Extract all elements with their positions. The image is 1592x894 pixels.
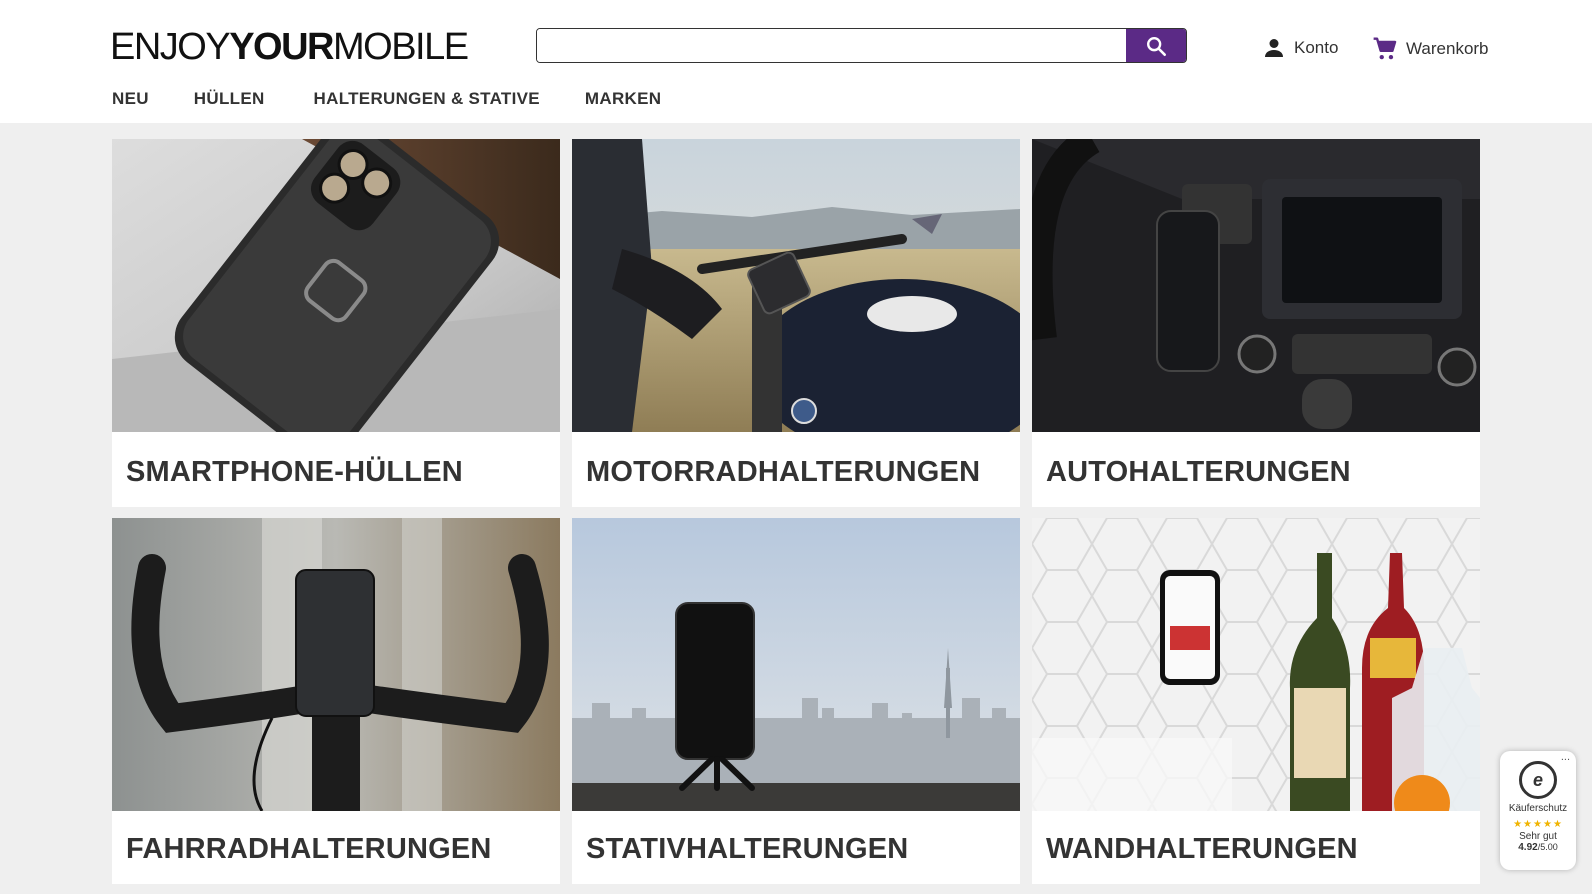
category-label: MOTORRADHALTERUNGEN — [586, 456, 981, 488]
category-card-motorradhalterungen[interactable]: MOTORRADHALTERUNGEN — [572, 139, 1020, 507]
logo-text-enjoy: ENJOY — [110, 26, 231, 68]
cart-label: Warenkorb — [1406, 39, 1489, 58]
category-image-motorcycle-mount — [572, 139, 1020, 432]
nav-item-marken[interactable]: MARKEN — [585, 89, 661, 109]
category-image-bicycle-mount — [112, 518, 560, 811]
trust-badge-title: Käuferschutz — [1508, 803, 1568, 814]
search-icon — [1147, 36, 1166, 56]
account-link[interactable]: Konto — [1262, 36, 1338, 60]
site-header: ENJOYYOURMOBILE Konto Warenkorb NEU HÜLL… — [0, 0, 1592, 123]
trust-seal-icon: e — [1519, 761, 1557, 799]
nav-item-neu[interactable]: NEU — [112, 89, 149, 109]
category-label: SMARTPHONE-HÜLLEN — [126, 456, 463, 488]
rating-text: Sehr gut — [1519, 831, 1557, 842]
category-image-car-mount — [1032, 139, 1480, 432]
rating-score-max: /5.00 — [1537, 842, 1558, 852]
category-image-tripod-mount — [572, 518, 1020, 811]
rating-stars: ★★★★★ — [1513, 819, 1563, 830]
trust-badge[interactable]: ... e Käuferschutz ★★★★★ Sehr gut 4.92/5… — [1500, 751, 1576, 870]
search-bar — [536, 28, 1187, 63]
user-icon — [1265, 39, 1283, 57]
cart-link[interactable]: Warenkorb — [1372, 36, 1489, 62]
main-nav: NEU HÜLLEN HALTERUNGEN & STATIVE MARKEN — [112, 89, 706, 109]
category-card-smartphone-huellen[interactable]: SMARTPHONE-HÜLLEN — [112, 139, 560, 507]
nav-item-halterungen-stative[interactable]: HALTERUNGEN & STATIVE — [314, 89, 540, 109]
nav-item-huellen[interactable]: HÜLLEN — [194, 89, 265, 109]
logo-text-mobile: MOBILE — [333, 26, 469, 68]
category-card-stativhalterungen[interactable]: STATIVHALTERUNGEN — [572, 518, 1020, 884]
category-image-smartphone-case — [112, 139, 560, 432]
category-label: WANDHALTERUNGEN — [1046, 833, 1358, 865]
rating-score-value: 4.92 — [1518, 842, 1538, 853]
rating-score: 4.92/5.00 — [1500, 842, 1576, 853]
category-label: AUTOHALTERUNGEN — [1046, 456, 1351, 488]
category-card-autohalterungen[interactable]: AUTOHALTERUNGEN — [1032, 139, 1480, 507]
category-label: STATIVHALTERUNGEN — [586, 833, 909, 865]
category-card-fahrradhalterungen[interactable]: FAHRRADHALTERUNGEN — [112, 518, 560, 884]
trust-seal-letter: e — [1532, 769, 1543, 790]
category-image-wall-mount — [1032, 518, 1480, 811]
site-logo[interactable]: ENJOYYOURMOBILE — [110, 26, 469, 68]
search-input[interactable] — [537, 29, 1126, 62]
account-label: Konto — [1294, 38, 1339, 57]
category-label: FAHRRADHALTERUNGEN — [126, 833, 492, 865]
cart-icon — [1373, 37, 1397, 60]
category-card-wandhalterungen[interactable]: WANDHALTERUNGEN — [1032, 518, 1480, 884]
trust-badge-menu[interactable]: ... — [1561, 751, 1570, 763]
logo-text-your: YOUR — [229, 26, 334, 68]
search-button[interactable] — [1126, 29, 1186, 62]
